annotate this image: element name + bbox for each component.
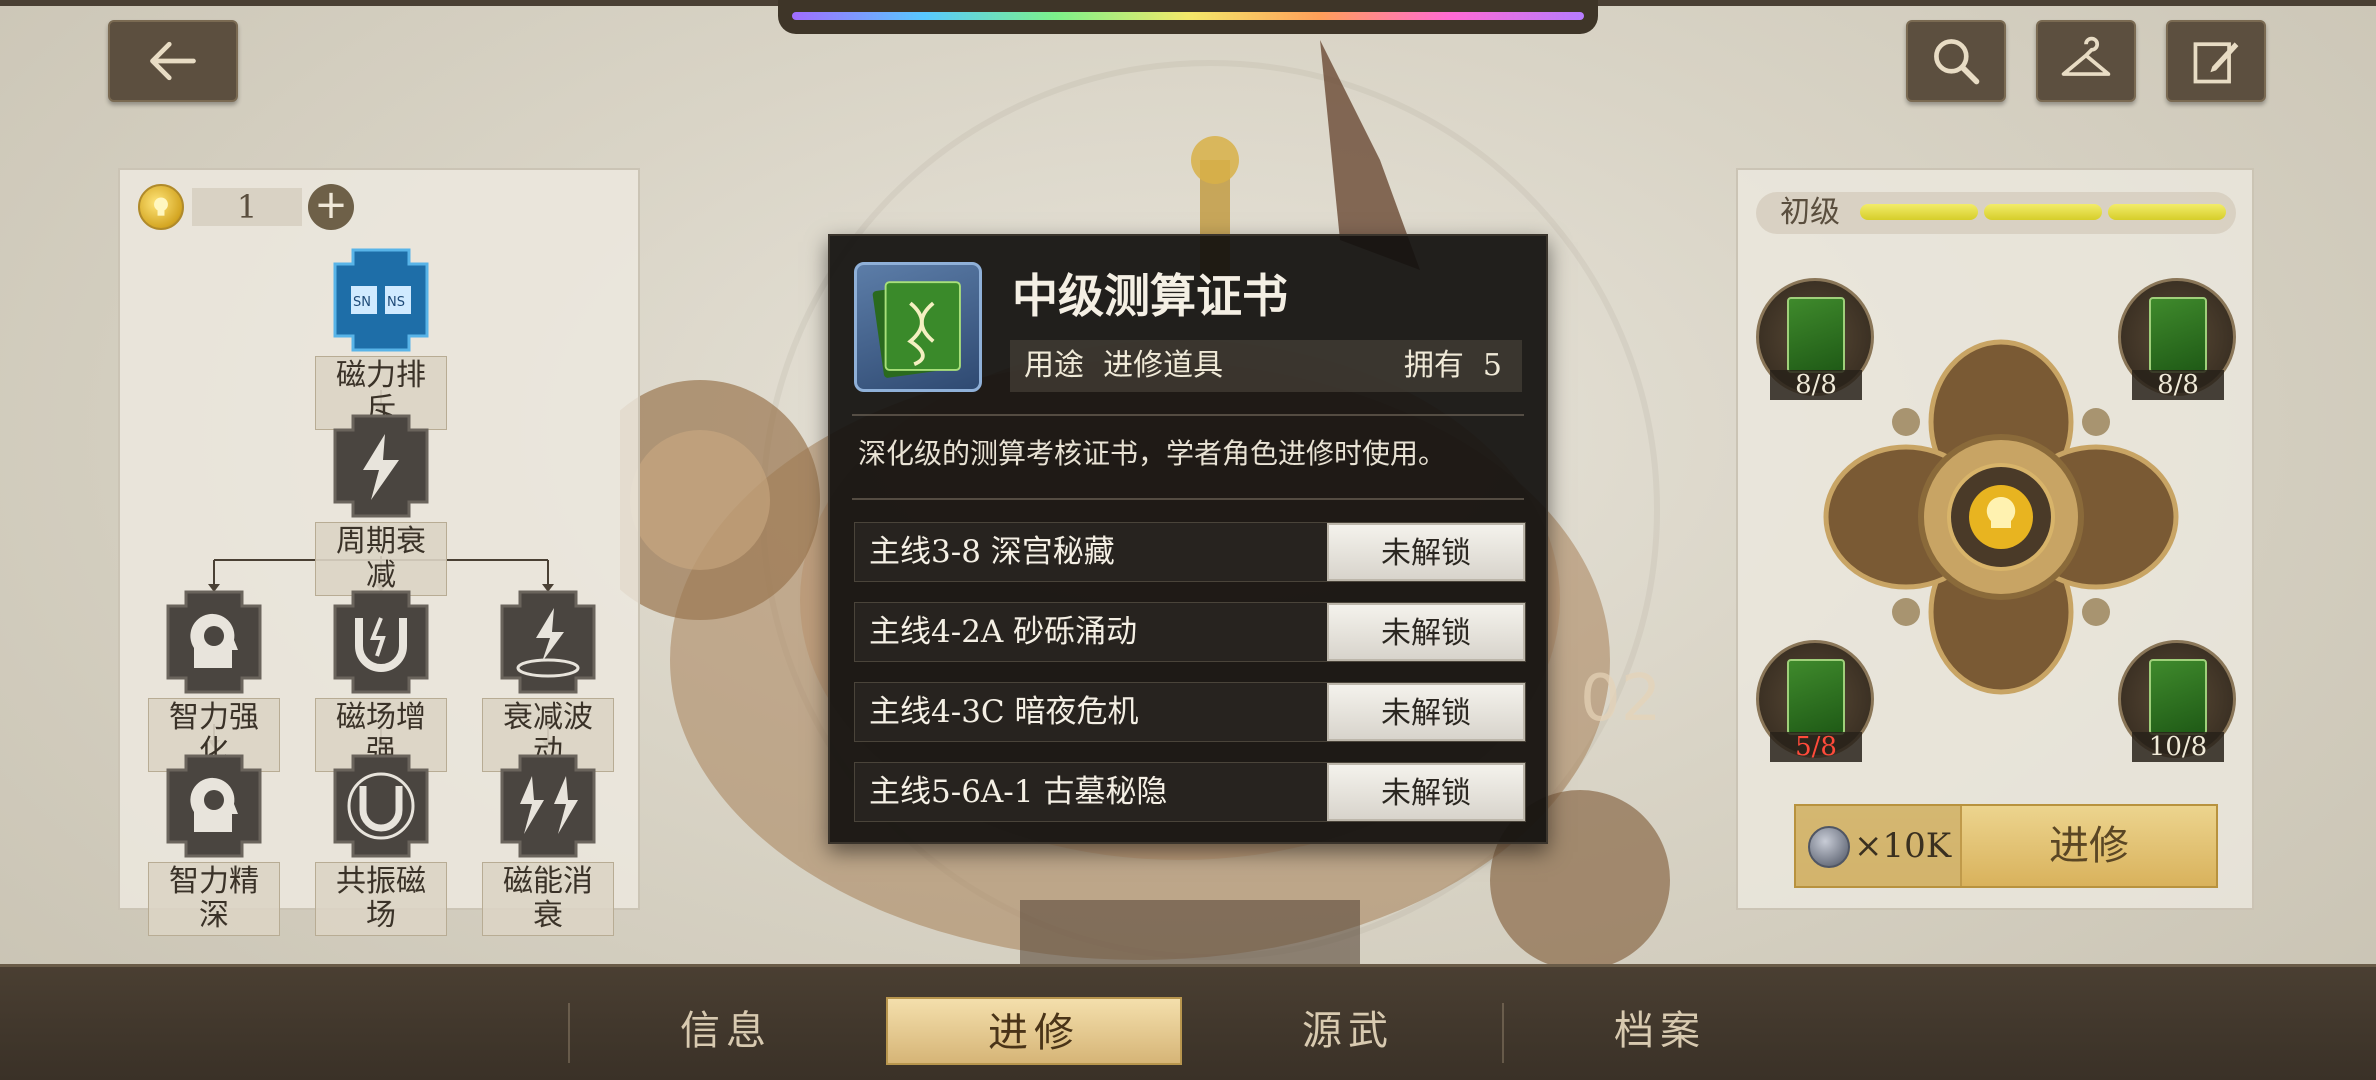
- use-label: 用途: [1024, 348, 1084, 383]
- skill-node-resonance-field[interactable]: 共振磁场: [315, 752, 447, 936]
- level-segment: [2108, 204, 2226, 220]
- skill-node-decay-wave[interactable]: 衰减波动: [482, 588, 614, 772]
- lightning-wave-icon: [500, 590, 596, 694]
- stage-status-button[interactable]: 未解锁: [1327, 763, 1525, 821]
- edit-icon: [2193, 42, 2239, 84]
- tab-info[interactable]: 信息: [578, 997, 874, 1065]
- level-progress: 初级: [1756, 192, 2236, 234]
- use-value: 进修道具: [1103, 348, 1224, 383]
- skill-node-label: 磁能消衰: [482, 862, 614, 936]
- level-segment: [1984, 204, 2102, 220]
- divider: [852, 498, 1524, 500]
- wardrobe-button[interactable]: [2036, 20, 2136, 102]
- upgrade-button[interactable]: ×10K 进修: [1794, 804, 2218, 888]
- upgrade-cost: ×10K: [1796, 806, 1962, 886]
- skill-node-cycle-decay[interactable]: 周期衰减: [315, 412, 447, 596]
- svg-text:02: 02: [1580, 662, 1661, 736]
- own-value: 5: [1482, 348, 1502, 383]
- skill-node-intellect-deep[interactable]: 智力精深: [148, 752, 280, 936]
- nav-separator: [1502, 1003, 1504, 1063]
- svg-text:SN: SN: [353, 295, 371, 310]
- stage-status-button[interactable]: 未解锁: [1327, 683, 1525, 741]
- svg-text:NS: NS: [387, 295, 405, 310]
- own-label: 拥有: [1403, 348, 1464, 383]
- material-qty: 10/8: [2132, 732, 2224, 762]
- currency-coin-icon: [1808, 826, 1850, 868]
- lightning-icon: [333, 414, 429, 518]
- tab-advance[interactable]: 进修: [886, 997, 1182, 1065]
- tab-weapon[interactable]: 源武: [1200, 997, 1496, 1065]
- stage-status-button[interactable]: 未解锁: [1327, 523, 1525, 581]
- item-tooltip: 中级测算证书 用途 进修道具 拥有 5 深化级的测算考核证书，学者角色进修时使用…: [828, 234, 1548, 844]
- bottom-nav: 信息 进修 源武 档案: [0, 964, 2376, 1080]
- skill-node-magnet-repel[interactable]: SN NS 磁力排斥: [315, 246, 447, 430]
- skill-node-label: 智力精深: [148, 862, 280, 936]
- search-icon: [1934, 39, 1980, 85]
- stage-row[interactable]: 主线5-6A-1 古墓秘隐 未解锁: [854, 762, 1526, 822]
- item-title: 中级测算证书: [1012, 269, 1288, 323]
- hanger-icon: [2061, 36, 2111, 76]
- skill-node-magnetic-dissipate[interactable]: 磁能消衰: [482, 752, 614, 936]
- certificate-item-icon: [854, 262, 982, 392]
- stage-row[interactable]: 主线4-3C 暗夜危机 未解锁: [854, 682, 1526, 742]
- material-qty-insufficient: 5/8: [1770, 732, 1862, 762]
- back-button[interactable]: [108, 20, 238, 102]
- edit-button[interactable]: [2166, 20, 2266, 102]
- stage-name: 主线4-2A 砂砾涌动: [869, 614, 1138, 650]
- lightning-burst-icon: [500, 754, 596, 858]
- stage-name: 主线4-3C 暗夜危机: [869, 694, 1139, 730]
- brain-head-icon: [166, 590, 262, 694]
- skill-node-label: 周期衰减: [315, 522, 447, 596]
- item-description: 深化级的测算考核证书，学者角色进修时使用。: [858, 437, 1447, 470]
- stage-status-button[interactable]: 未解锁: [1327, 603, 1525, 661]
- top-gradient-bar: [778, 0, 1598, 34]
- magnet-field-icon: [333, 590, 429, 694]
- search-button[interactable]: [1906, 20, 2006, 102]
- upgrade-emblem: [1823, 339, 2179, 695]
- upgrade-panel: 初级 8/8 8/8 5/8 10/8 ×10K 进修: [1736, 168, 2254, 910]
- upgrade-cost-value: ×10K: [1854, 826, 1952, 866]
- brain-head-icon: [166, 754, 262, 858]
- magnet-repel-icon: SN NS: [333, 248, 429, 352]
- skill-node-intellect-boost[interactable]: 智力强化: [148, 588, 280, 772]
- level-segment: [1860, 204, 1978, 220]
- upgrade-button-label: 进修: [2049, 823, 2129, 869]
- skill-tree-panel: 1 + SN NS 磁力排斥 周期衰减 智力强化 磁场增强 衰减波动 智力精深 …: [118, 168, 640, 936]
- item-meta: 用途 进修道具 拥有 5: [1010, 340, 1522, 392]
- divider: [852, 414, 1524, 416]
- stage-row[interactable]: 主线3-8 深宫秘藏 未解锁: [854, 522, 1526, 582]
- skill-node-field-boost[interactable]: 磁场增强: [315, 588, 447, 772]
- tab-archive[interactable]: 档案: [1512, 997, 1808, 1065]
- nav-separator: [568, 1003, 570, 1063]
- skill-node-label: 共振磁场: [315, 862, 447, 936]
- stage-name: 主线3-8 深宫秘藏: [869, 534, 1115, 570]
- level-label: 初级: [1780, 195, 1840, 230]
- magnet-field-icon: [333, 754, 429, 858]
- back-arrow-icon: [150, 41, 196, 81]
- stage-name: 主线5-6A-1 古墓秘隐: [869, 774, 1168, 810]
- stage-row[interactable]: 主线4-2A 砂砾涌动 未解锁: [854, 602, 1526, 662]
